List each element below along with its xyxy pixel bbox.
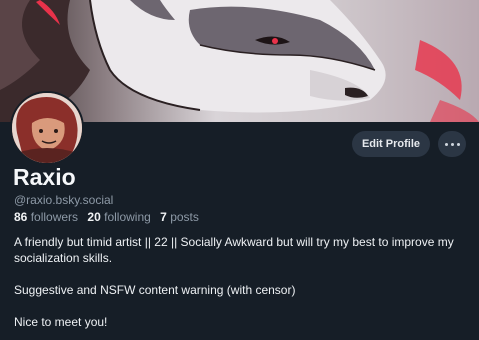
handle: @raxio.bsky.social xyxy=(14,193,114,207)
posts-stat: 7 posts xyxy=(160,210,199,224)
bio-line: Suggestive and NSFW content warning (wit… xyxy=(14,283,296,297)
followers-count: 86 xyxy=(14,210,28,224)
profile-bio: A friendly but timid artist || 22 || Soc… xyxy=(14,234,454,330)
display-name: Raxio xyxy=(13,164,76,190)
avatar-image xyxy=(12,93,82,163)
posts-count: 7 xyxy=(160,210,167,224)
following-label: following xyxy=(104,210,151,224)
bio-line: Nice to meet you! xyxy=(14,315,108,329)
ellipsis-icon xyxy=(444,142,448,146)
followers-link[interactable]: 86 followers xyxy=(14,210,81,224)
followers-label: followers xyxy=(30,210,79,224)
bio-line: A friendly but timid artist || 22 || Soc… xyxy=(14,235,454,265)
profile-actions: Edit Profile xyxy=(351,131,466,157)
more-options-button[interactable] xyxy=(438,131,466,157)
posts-label: posts xyxy=(170,210,199,224)
edit-profile-button[interactable]: Edit Profile xyxy=(351,131,430,157)
following-link[interactable]: 20 following xyxy=(87,210,154,224)
profile-stats: 86 followers 20 following 7 posts xyxy=(14,210,205,224)
following-count: 20 xyxy=(87,210,101,224)
avatar[interactable] xyxy=(10,91,84,165)
